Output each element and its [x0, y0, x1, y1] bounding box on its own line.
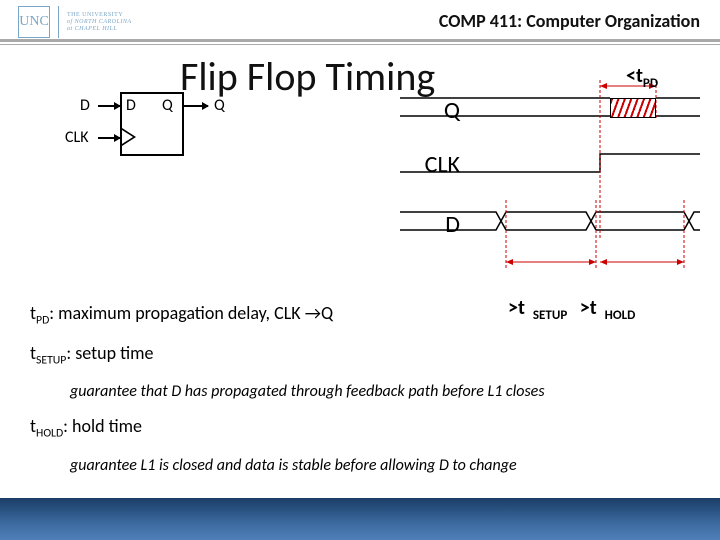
definitions: tPD: maximum propagation delay, CLK →Q t… — [30, 300, 690, 479]
block-clk-label: CLK — [65, 128, 89, 147]
def-tpd: tPD: maximum propagation delay, CLK →Q — [30, 300, 690, 334]
logo-university-text: THE UNIVERSITY of NORTH CAROLINA at CHAP… — [67, 12, 132, 33]
flipflop-d-port: D — [126, 96, 136, 115]
header-rule-thin — [0, 44, 720, 45]
logo-text-line2: of NORTH CAROLINA — [67, 19, 132, 26]
def-thold: tHOLD: hold time — [30, 413, 690, 447]
arrow-icon — [182, 105, 208, 107]
logo: UNC THE UNIVERSITY of NORTH CAROLINA at … — [18, 6, 132, 38]
arrow-icon — [98, 137, 120, 139]
flipflop-q-port: Q — [162, 96, 173, 115]
clock-triangle-inner — [122, 130, 133, 144]
logo-divider — [58, 6, 59, 38]
footer-bar — [0, 498, 720, 540]
course-title: COMP 411: Computer Organization — [439, 10, 700, 32]
logo-text-line3: at CHAPEL HILL — [67, 26, 132, 33]
slide-title: Flip Flop Timing — [180, 52, 435, 101]
def-tsetup-note: guarantee that D has propagated through … — [70, 379, 690, 405]
header-rule-thick — [0, 39, 720, 42]
logo-mark: UNC — [18, 6, 50, 38]
def-tsetup: tSETUP: setup time — [30, 340, 690, 374]
def-thold-note: guarantee L1 is closed and data is stabl… — [70, 453, 690, 479]
block-q-output-label: Q — [214, 96, 225, 115]
slide: UNC THE UNIVERSITY of NORTH CAROLINA at … — [0, 0, 720, 540]
tpd-annotation: <tPD — [626, 64, 658, 91]
q-unstable-region — [610, 98, 656, 118]
arrow-icon — [98, 105, 120, 107]
timing-waveforms — [400, 80, 710, 290]
block-d-input-label: D — [80, 96, 90, 115]
logo-text-line1: THE UNIVERSITY — [67, 12, 132, 19]
